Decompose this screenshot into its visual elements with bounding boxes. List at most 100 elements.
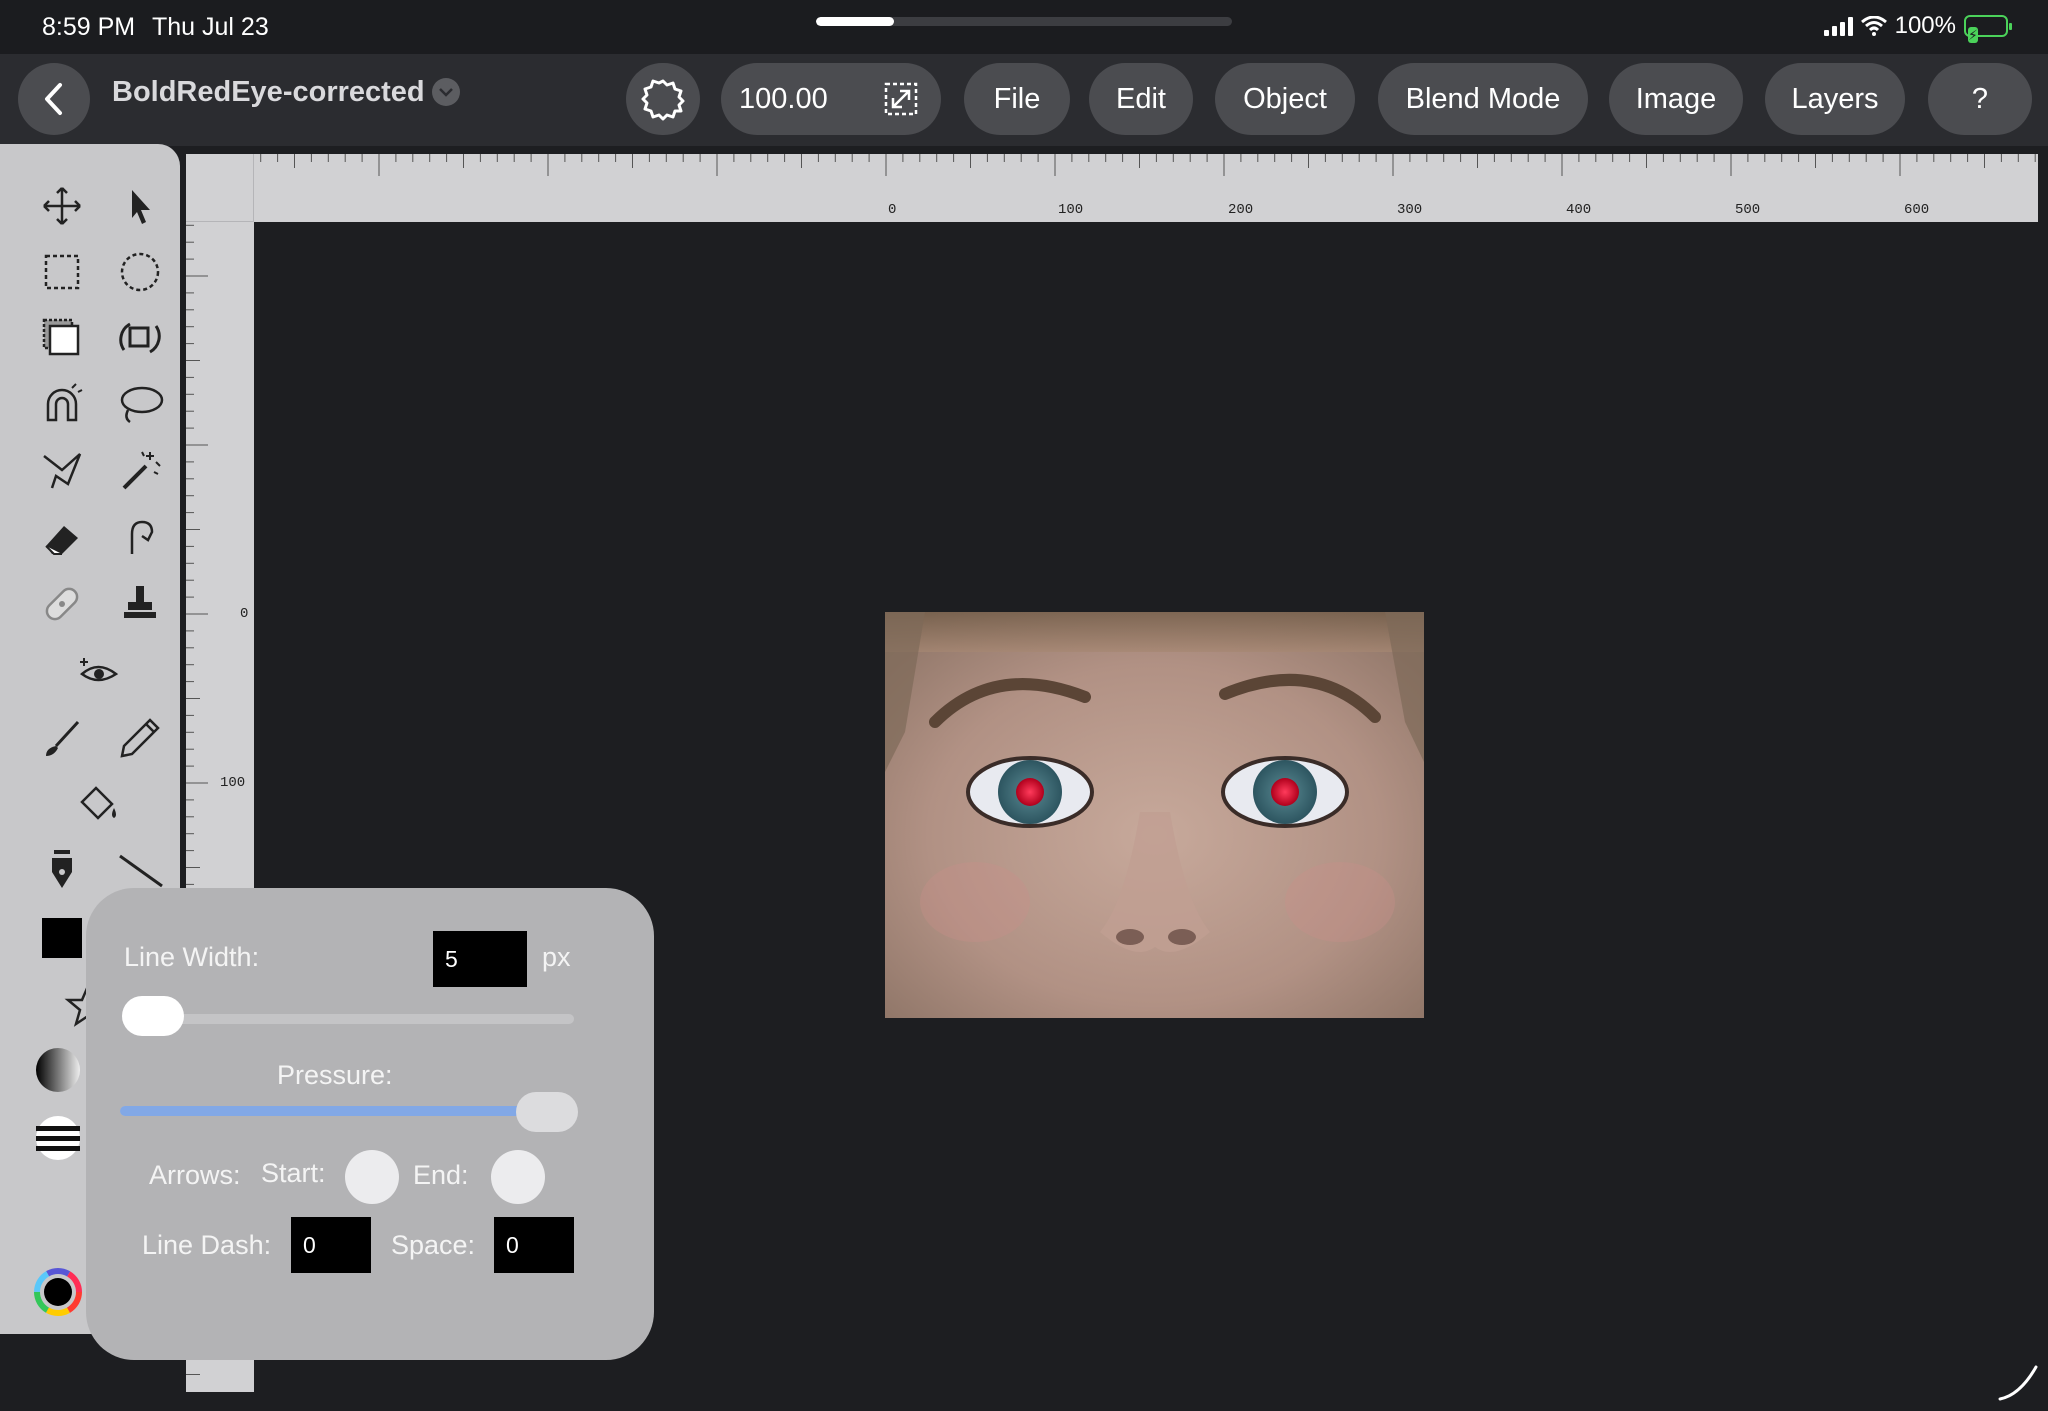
ruler-label: 500 <box>1735 202 1761 218</box>
magnetic-lasso-icon <box>46 383 83 422</box>
color-swatch-icon <box>42 918 82 958</box>
red-eye-icon <box>80 658 119 682</box>
arrow-select-icon <box>132 190 150 224</box>
gradient-tool[interactable] <box>30 1042 86 1098</box>
ruler-label: 0 <box>240 606 249 622</box>
magic-wand-icon <box>122 451 161 490</box>
menu-object[interactable]: Object <box>1215 63 1355 135</box>
color-picker-tool[interactable] <box>30 1264 86 1320</box>
select-tool[interactable] <box>112 178 168 234</box>
battery-icon: ⚡ <box>1964 15 2012 43</box>
move-tool[interactable] <box>34 178 90 234</box>
bandage-icon <box>45 587 79 621</box>
transform-icon <box>119 322 161 354</box>
line-width-slider[interactable] <box>122 1014 574 1024</box>
menu-blend-mode[interactable]: Blend Mode <box>1378 63 1588 135</box>
smudge-tool[interactable] <box>112 510 168 566</box>
top-toolbar: BoldRedEye-corrected 100.00 File Edit Ob… <box>0 54 2048 146</box>
document-menu-button[interactable] <box>432 78 460 106</box>
line-icon <box>119 854 163 888</box>
polygon-lasso-icon <box>43 453 82 489</box>
healing-tool[interactable] <box>34 576 90 632</box>
ruler-label: 0 <box>888 202 897 218</box>
pattern-tool[interactable] <box>30 1110 86 1166</box>
pen-tool[interactable] <box>34 842 90 898</box>
arrow-start-toggle[interactable] <box>345 1150 399 1204</box>
paint-bucket-icon <box>80 786 116 820</box>
status-bar: 8:59 PM Thu Jul 23 100% ⚡ <box>0 0 2048 54</box>
canvas-image[interactable] <box>885 612 1424 1018</box>
clone-stamp-tool[interactable] <box>112 576 168 632</box>
line-width-input[interactable]: 5 <box>433 931 527 987</box>
face-photo <box>885 612 1424 1018</box>
space-label: Space: <box>391 1230 476 1260</box>
battery-percent: 100% <box>1894 12 1956 39</box>
red-eye-tool[interactable] <box>70 644 126 700</box>
layers-select-icon <box>42 318 80 356</box>
menu-image[interactable]: Image <box>1609 63 1743 135</box>
transform-tool[interactable] <box>112 310 168 366</box>
arrow-start-label: Start: <box>261 1158 326 1188</box>
color-wheel-icon <box>34 1268 82 1316</box>
line-dash-label: Line Dash: <box>142 1230 272 1260</box>
ruler-label: 400 <box>1566 202 1592 218</box>
multitask-handle[interactable] <box>816 17 1232 26</box>
foreground-color-swatch[interactable] <box>34 910 90 966</box>
pencil-tool[interactable] <box>112 710 168 766</box>
zoom-control[interactable]: 100.00 <box>721 63 941 135</box>
arrows-label: Arrows: <box>149 1160 241 1190</box>
lasso-tool[interactable] <box>112 376 168 432</box>
arrow-end-label: End: <box>413 1160 469 1190</box>
document-title[interactable]: BoldRedEye-corrected <box>112 76 425 109</box>
ruler-label: 300 <box>1397 202 1423 218</box>
line-settings-popover: Line Width: 5 px Pressure: Arrows: Start… <box>86 888 654 1360</box>
eraser-icon <box>45 526 78 555</box>
stamp-icon <box>124 586 156 618</box>
chevron-down-icon <box>439 88 453 97</box>
arrow-end-toggle[interactable] <box>491 1150 545 1204</box>
back-button[interactable] <box>18 63 90 135</box>
stripes-icon <box>36 1116 80 1160</box>
space-input[interactable]: 0 <box>494 1217 574 1273</box>
magnetic-lasso-tool[interactable] <box>34 376 90 432</box>
ruler-label: 600 <box>1904 202 1930 218</box>
menu-edit[interactable]: Edit <box>1089 63 1193 135</box>
brush-tool[interactable] <box>34 710 90 766</box>
status-indicators: 100% ⚡ <box>1823 12 2012 43</box>
fill-tool[interactable] <box>70 776 126 832</box>
polygon-lasso-tool[interactable] <box>34 442 90 498</box>
gear-icon <box>641 79 685 121</box>
line-width-label: Line Width: <box>124 942 260 972</box>
wifi-icon <box>1860 16 1887 36</box>
ruler-label: 100 <box>220 775 246 791</box>
brush-icon <box>46 720 80 756</box>
ruler-label: 100 <box>1058 202 1084 218</box>
pen-icon <box>52 850 72 888</box>
eraser-tool[interactable] <box>34 510 90 566</box>
line-width-slider-thumb[interactable] <box>121 996 184 1036</box>
move-icon <box>43 187 81 225</box>
pencil-stroke-icon <box>1998 1365 2038 1401</box>
smudge-icon <box>130 520 154 554</box>
pressure-slider-thumb[interactable] <box>516 1092 578 1132</box>
magic-wand-tool[interactable] <box>112 442 168 498</box>
ruler-corner <box>186 154 254 222</box>
help-button[interactable]: ? <box>1928 63 2032 135</box>
menu-layers[interactable]: Layers <box>1765 63 1905 135</box>
line-width-unit: px <box>542 942 571 972</box>
zoom-value[interactable]: 100.00 <box>739 83 828 116</box>
pencil-icon <box>120 718 160 758</box>
layer-select-tool[interactable] <box>34 310 90 366</box>
rect-select-icon <box>44 254 80 290</box>
pressure-label: Pressure: <box>277 1060 393 1090</box>
ellipse-select-tool[interactable] <box>112 244 168 300</box>
ruler-horizontal[interactable]: 0 100 200 300 400 500 600 <box>186 154 2038 222</box>
status-time: 8:59 PM <box>42 13 136 41</box>
resize-icon[interactable] <box>883 81 919 117</box>
chevron-left-icon <box>45 83 62 115</box>
line-dash-input[interactable]: 0 <box>291 1217 371 1273</box>
settings-button[interactable] <box>626 63 700 135</box>
lasso-icon <box>120 386 164 424</box>
rect-select-tool[interactable] <box>34 244 90 300</box>
menu-file[interactable]: File <box>964 63 1070 135</box>
